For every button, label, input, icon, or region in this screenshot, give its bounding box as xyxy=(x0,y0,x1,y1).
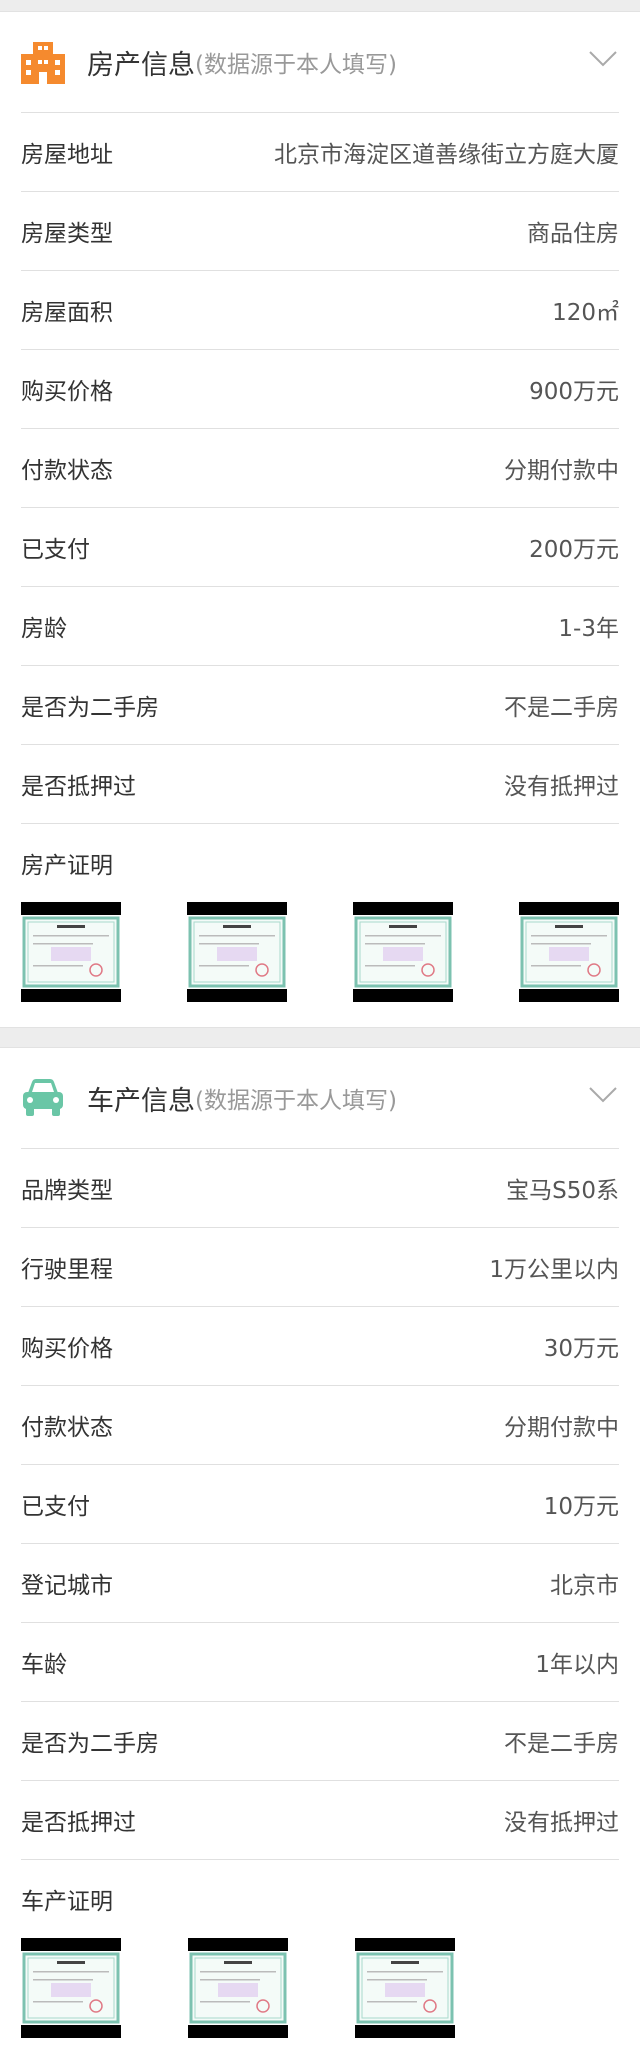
car-section-header[interactable]: 车产信息 (数据源于本人填写) xyxy=(21,1048,619,1149)
house-row-mortgaged: 是否抵押过 没有抵押过 xyxy=(21,745,619,824)
certificate-image xyxy=(187,915,287,989)
house-row-area: 房屋面积 120㎡ xyxy=(21,271,619,350)
row-value: 900万元 xyxy=(529,379,619,405)
house-row-paid: 已支付 200万元 xyxy=(21,508,619,587)
row-value: 120㎡ xyxy=(552,300,619,326)
row-value: 1-3年 xyxy=(558,616,619,642)
row-label: 已支付 xyxy=(21,537,90,563)
car-row-payment-status: 付款状态 分期付款中 xyxy=(21,1386,619,1465)
car-info-section: 车产信息 (数据源于本人填写) 品牌类型 宝马S50系 行驶里程 1万公里以内 购… xyxy=(0,1048,640,2063)
car-row-age: 车龄 1年以内 xyxy=(21,1623,619,1702)
certificate-image xyxy=(21,915,121,989)
row-label: 登记城市 xyxy=(21,1573,113,1599)
certificate-image xyxy=(353,915,453,989)
row-value: 北京市海淀区道善缘街立方庭大厦 xyxy=(274,142,619,168)
certificate-image xyxy=(519,915,619,989)
car-proof-label: 车产证明 xyxy=(21,1889,113,1915)
house-info-section: 房产信息 (数据源于本人填写) 房屋地址 北京市海淀区道善缘街立方庭大厦 房屋类型… xyxy=(0,12,640,1027)
row-value: 分期付款中 xyxy=(504,458,619,484)
row-label: 房屋面积 xyxy=(21,300,113,326)
row-label: 购买价格 xyxy=(21,379,113,405)
row-value: 不是二手房 xyxy=(504,1731,619,1757)
row-value: 1万公里以内 xyxy=(489,1257,619,1283)
certificate-thumbnail[interactable] xyxy=(519,902,619,1002)
row-label: 品牌类型 xyxy=(21,1178,113,1204)
building-icon xyxy=(21,42,65,84)
chevron-down-icon[interactable] xyxy=(589,50,617,68)
top-divider xyxy=(0,0,640,12)
row-label: 付款状态 xyxy=(21,1415,113,1441)
row-label: 房屋类型 xyxy=(21,221,113,247)
row-value: 没有抵押过 xyxy=(504,774,619,800)
row-label: 已支付 xyxy=(21,1494,90,1520)
car-icon xyxy=(23,1079,63,1116)
row-label: 付款状态 xyxy=(21,458,113,484)
house-row-price: 购买价格 900万元 xyxy=(21,350,619,429)
house-proof-thumbnails xyxy=(21,902,619,1027)
certificate-thumbnail[interactable] xyxy=(355,1938,455,2038)
row-label: 是否抵押过 xyxy=(21,774,136,800)
certificate-image xyxy=(21,1951,121,2025)
row-value: 30万元 xyxy=(543,1336,619,1362)
house-section-note: (数据源于本人填写) xyxy=(195,52,397,78)
section-divider xyxy=(0,1027,640,1048)
house-row-age: 房龄 1-3年 xyxy=(21,587,619,666)
car-row-brand: 品牌类型 宝马S50系 xyxy=(21,1149,619,1228)
certificate-thumbnail[interactable] xyxy=(21,902,121,1002)
row-value: 10万元 xyxy=(543,1494,619,1520)
house-section-title: 房产信息 xyxy=(87,49,195,81)
row-label: 房龄 xyxy=(21,616,67,642)
row-label: 是否为二手房 xyxy=(21,1731,159,1757)
certificate-image xyxy=(355,1951,455,2025)
row-value: 不是二手房 xyxy=(504,695,619,721)
row-value: 北京市 xyxy=(550,1573,619,1599)
certificate-thumbnail[interactable] xyxy=(187,902,287,1002)
house-row-second-hand: 是否为二手房 不是二手房 xyxy=(21,666,619,745)
certificate-thumbnail[interactable] xyxy=(353,902,453,1002)
row-value: 分期付款中 xyxy=(504,1415,619,1441)
car-row-city: 登记城市 北京市 xyxy=(21,1544,619,1623)
car-section-note: (数据源于本人填写) xyxy=(195,1088,397,1114)
row-label: 购买价格 xyxy=(21,1336,113,1362)
certificate-thumbnail[interactable] xyxy=(21,1938,121,2038)
house-row-address: 房屋地址 北京市海淀区道善缘街立方庭大厦 xyxy=(21,113,619,192)
row-value: 商品住房 xyxy=(527,221,619,247)
certificate-image xyxy=(188,1951,288,2025)
car-row-mortgaged: 是否抵押过 没有抵押过 xyxy=(21,1781,619,1860)
row-value: 没有抵押过 xyxy=(504,1810,619,1836)
row-value: 200万元 xyxy=(529,537,619,563)
car-row-second-hand: 是否为二手房 不是二手房 xyxy=(21,1702,619,1781)
car-proof-thumbnails xyxy=(21,1938,619,2063)
car-section-title: 车产信息 xyxy=(87,1085,195,1117)
row-label: 是否为二手房 xyxy=(21,695,159,721)
certificate-thumbnail[interactable] xyxy=(188,1938,288,2038)
row-label: 是否抵押过 xyxy=(21,1810,136,1836)
house-section-header[interactable]: 房产信息 (数据源于本人填写) xyxy=(21,12,619,113)
chevron-down-icon[interactable] xyxy=(589,1086,617,1104)
row-value: 1年以内 xyxy=(535,1652,619,1678)
house-row-type: 房屋类型 商品住房 xyxy=(21,192,619,271)
car-row-mileage: 行驶里程 1万公里以内 xyxy=(21,1228,619,1307)
row-value: 宝马S50系 xyxy=(506,1178,619,1204)
row-label: 行驶里程 xyxy=(21,1257,113,1283)
house-proof-label: 房产证明 xyxy=(21,853,113,879)
row-label: 车龄 xyxy=(21,1652,67,1678)
car-row-paid: 已支付 10万元 xyxy=(21,1465,619,1544)
house-row-payment-status: 付款状态 分期付款中 xyxy=(21,429,619,508)
row-label: 房屋地址 xyxy=(21,142,113,168)
car-row-price: 购买价格 30万元 xyxy=(21,1307,619,1386)
